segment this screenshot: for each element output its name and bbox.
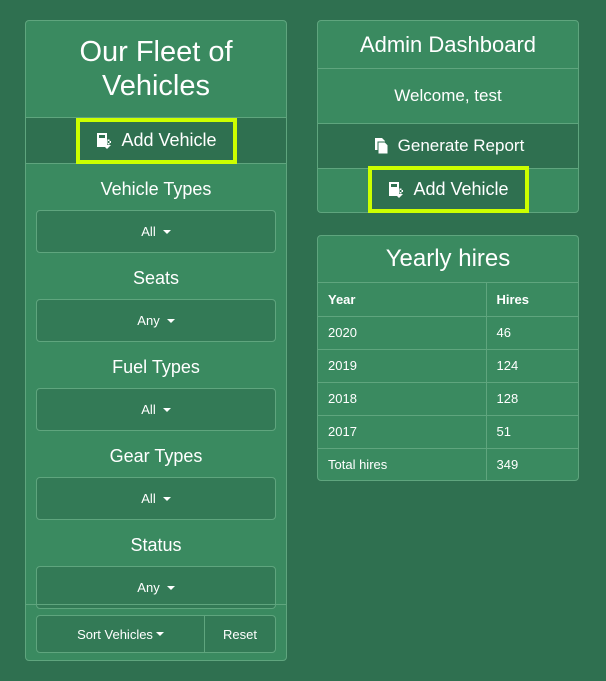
caret-down-icon: [162, 496, 171, 501]
cell-year: 2019: [318, 348, 486, 382]
generate-report-button[interactable]: Generate Report: [318, 124, 578, 169]
add-vehicle-label: Add Vehicle: [413, 179, 509, 199]
fleet-panel: Our Fleet of Vehicles Add Vehicle Vehicl…: [25, 20, 287, 661]
gear-types-dropdown[interactable]: All: [36, 477, 276, 520]
generate-report-label: Generate Report: [397, 136, 525, 155]
dropdown-value: All: [141, 402, 156, 417]
sort-row: Sort Vehicles Reset: [26, 604, 286, 663]
dropdown-value: Any: [137, 580, 160, 595]
cell-year: 2018: [318, 381, 486, 415]
filter-label: Status: [130, 535, 182, 555]
cell-hires: 51: [485, 414, 578, 448]
cell-hires: 46: [485, 315, 578, 349]
reset-button[interactable]: Reset: [205, 616, 275, 652]
add-vehicle-label: Add Vehicle: [121, 130, 217, 150]
caret-down-icon: [162, 407, 171, 412]
seats-dropdown[interactable]: Any: [36, 299, 276, 342]
filter-status: Status Any: [26, 532, 286, 609]
welcome-text: Welcome, test: [318, 69, 578, 124]
admin-add-vehicle-button[interactable]: Add Vehicle: [367, 166, 529, 213]
table-row: 2017 51: [318, 414, 578, 448]
caret-down-icon: [166, 585, 175, 590]
column-header-hires: Hires: [485, 283, 578, 316]
admin-title: Admin Dashboard: [318, 21, 578, 69]
cell-year: Total hires: [318, 447, 486, 481]
dropdown-value: All: [141, 491, 156, 506]
fleet-add-row: Add Vehicle: [26, 117, 286, 164]
fuel-types-dropdown[interactable]: All: [36, 388, 276, 431]
filter-seats: Seats Any: [26, 265, 286, 342]
sort-button-group: Sort Vehicles Reset: [36, 615, 276, 653]
cell-year: 2017: [318, 414, 486, 448]
vehicle-types-dropdown[interactable]: All: [36, 210, 276, 253]
filter-label: Vehicle Types: [100, 179, 212, 199]
hires-title: Yearly hires: [318, 236, 578, 283]
table-row: 2019 124: [318, 348, 578, 382]
cell-hires: 124: [485, 348, 578, 382]
dropdown-value: All: [141, 224, 156, 239]
add-vehicle-button[interactable]: Add Vehicle: [75, 117, 237, 164]
yearly-hires-panel: Yearly hires Year Hires 2020 46 2019 124…: [317, 235, 579, 481]
caret-down-icon: [166, 318, 175, 323]
sort-vehicles-button[interactable]: Sort Vehicles: [37, 616, 205, 652]
report-icon: [372, 137, 390, 155]
status-dropdown[interactable]: Any: [36, 566, 276, 609]
filter-vehicle-types: Vehicle Types All: [26, 176, 286, 253]
hires-table: Year Hires 2020 46 2019 124 2018 128 201…: [318, 283, 578, 481]
fleet-title: Our Fleet of Vehicles: [26, 21, 286, 118]
add-vehicle-icon: [387, 181, 405, 199]
admin-panel: Admin Dashboard Welcome, test Generate R…: [317, 20, 579, 213]
table-row: 2020 46: [318, 315, 578, 349]
admin-add-row: Add Vehicle: [318, 166, 578, 213]
filter-label: Gear Types: [109, 446, 203, 466]
cell-year: 2020: [318, 315, 486, 349]
table-header-row: Year Hires: [318, 283, 578, 316]
cell-hires: 349: [485, 447, 578, 481]
filter-label: Seats: [132, 268, 180, 288]
sort-label: Sort Vehicles: [77, 626, 153, 642]
table-row-total: Total hires 349: [318, 447, 578, 481]
caret-down-icon: [155, 632, 164, 636]
dropdown-value: Any: [137, 313, 160, 328]
filter-gear-types: Gear Types All: [26, 443, 286, 520]
add-vehicle-icon: [95, 132, 113, 150]
filter-fuel-types: Fuel Types All: [26, 354, 286, 431]
column-header-year: Year: [328, 291, 356, 307]
filter-label: Fuel Types: [112, 357, 200, 377]
cell-hires: 128: [485, 381, 578, 415]
caret-down-icon: [162, 229, 171, 234]
table-row: 2018 128: [318, 381, 578, 415]
